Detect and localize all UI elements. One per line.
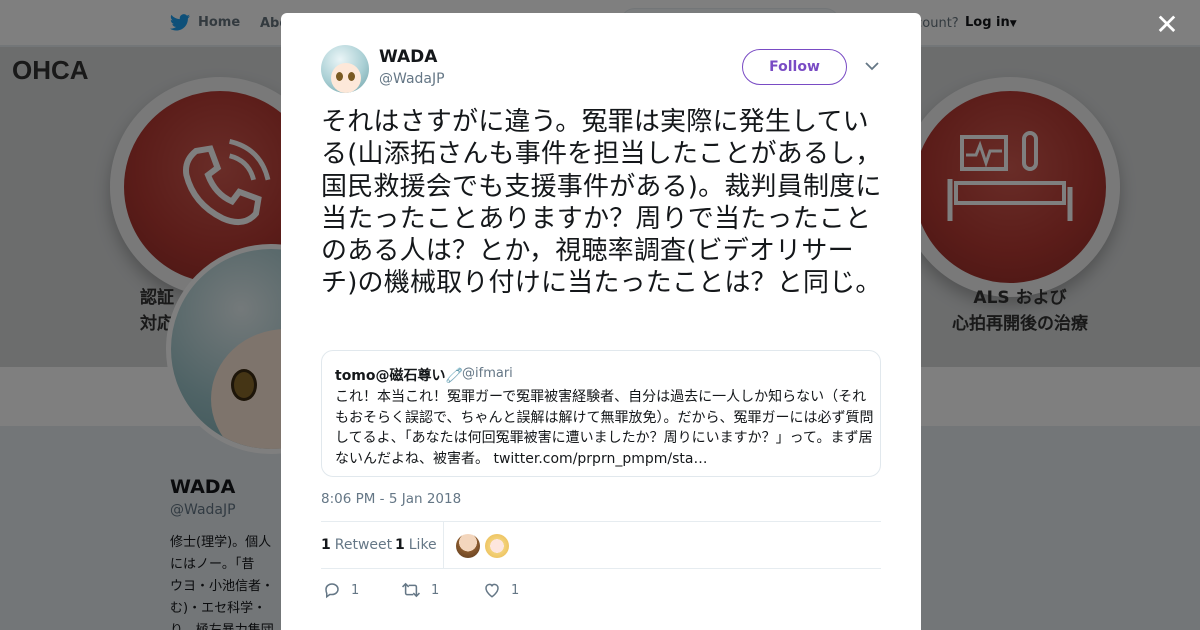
author-avatar[interactable] [321,45,369,93]
heart-icon [485,583,499,598]
liker-avatar[interactable] [456,534,480,558]
tweet-stats: 1 Retweet 1 Like [321,521,881,569]
follow-button[interactable]: Follow [742,49,847,85]
like-stat[interactable]: 1 Like [395,537,437,553]
tweet-text: それはさすがに違う。冤罪は実際に発生している(山添拓さんも事件を担当したことがあ… [321,107,882,299]
quoted-tweet[interactable]: tomo@磁石尊い🧷 @ifmari これ！本当これ！冤罪ガーで冤罪被害経験者、… [321,350,881,477]
retweet-action[interactable]: 1 [401,581,439,599]
reply-icon [325,583,339,599]
liker-avatar[interactable] [485,534,509,558]
like-count: 1 [511,582,520,598]
retweet-stat-count: 1 [321,537,331,553]
retweet-stat[interactable]: 1 Retweet [321,537,392,553]
author-handle[interactable]: @WadaJP [379,71,445,87]
close-icon[interactable]: ✕ [1154,11,1180,39]
quoted-author-handle: @ifmari [462,366,513,381]
author-name[interactable]: WADA [379,47,437,67]
quoted-tweet-text: これ！本当これ！冤罪ガーで冤罪被害経験者、自分は過去に一人しか知らない（それもお… [335,389,874,467]
reply-count: 1 [351,582,360,598]
quoted-author-name: tomo@磁石尊い🧷 [335,368,463,384]
reply-action[interactable]: 1 [323,581,359,599]
like-action[interactable]: 1 [483,581,519,599]
avatar-eye [348,72,355,81]
retweet-count: 1 [431,582,440,598]
chevron-down-icon[interactable] [863,57,881,75]
stats-divider [443,522,444,569]
like-stat-label: Like [408,537,437,553]
tweet-timestamp[interactable]: 8:06 PM - 5 Jan 2018 [321,491,461,507]
retweet-stat-label: Retweet [334,537,393,553]
tweet-modal: WADA @WadaJP Follow それはさすがに違う。冤罪は実際に発生して… [281,13,921,630]
avatar-eye [336,72,343,81]
like-stat-count: 1 [395,537,405,553]
tweet-actions: 1 1 1 [321,578,881,602]
retweet-icon [401,582,421,598]
